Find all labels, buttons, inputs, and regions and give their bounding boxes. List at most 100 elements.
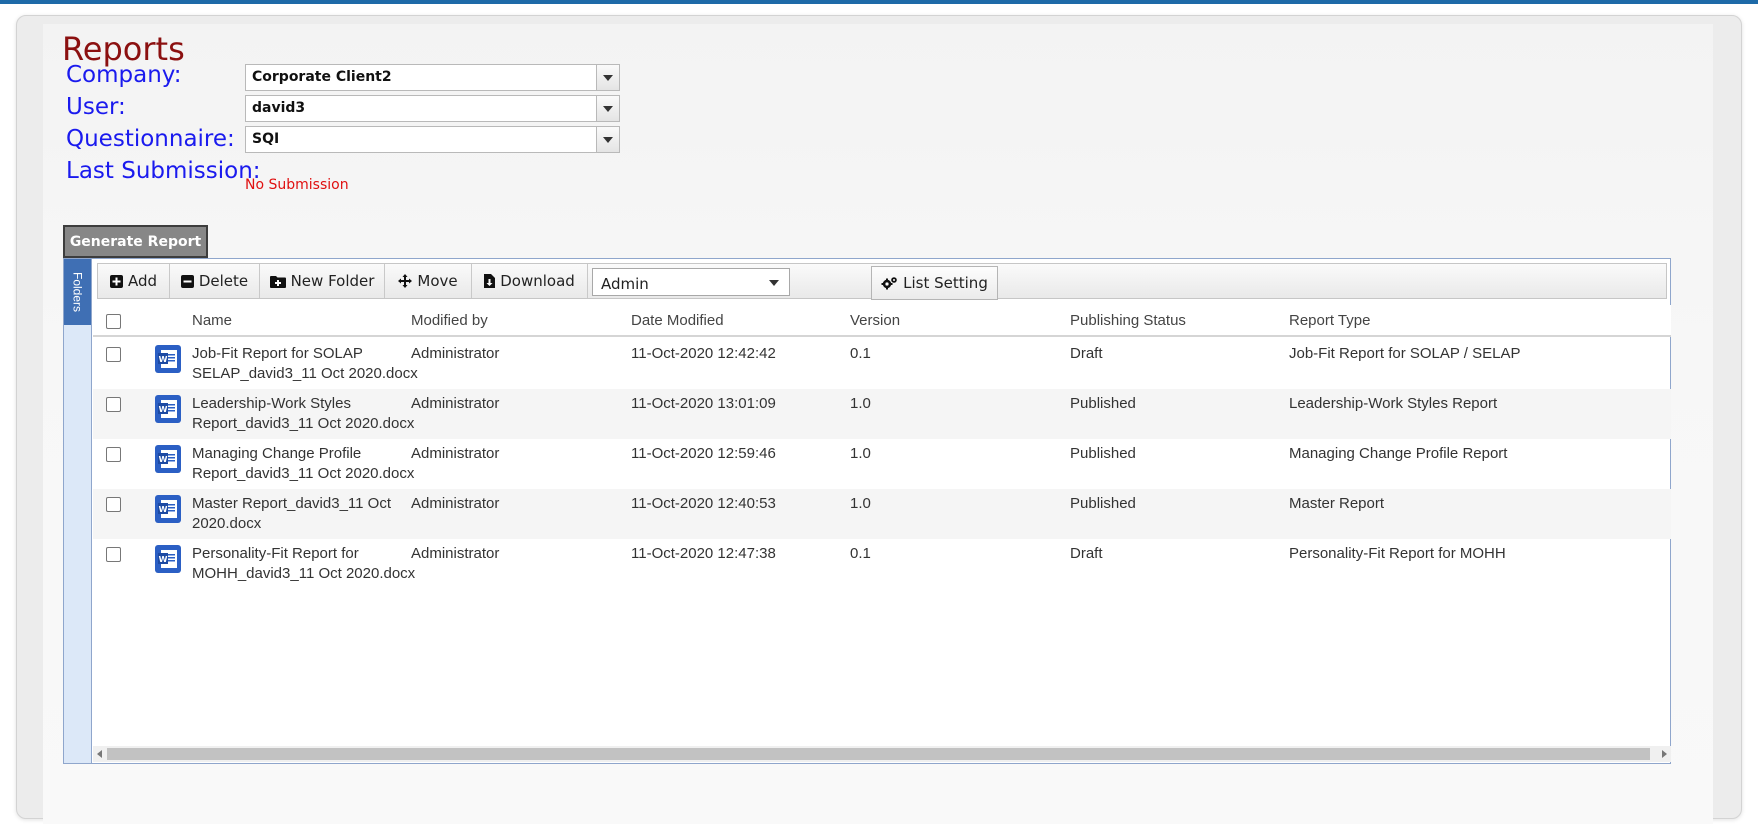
row-report-type: Personality-Fit Report for MOHH: [1289, 545, 1506, 562]
row-status: Draft: [1070, 345, 1103, 362]
row-checkbox[interactable]: [106, 347, 121, 362]
row-date-modified: 11-Oct-2020 12:47:38: [631, 545, 776, 562]
row-report-type: Leadership-Work Styles Report: [1289, 395, 1498, 412]
row-version: 1.0: [850, 495, 871, 512]
word-document-icon: W: [155, 495, 181, 523]
row-date-modified: 11-Oct-2020 12:59:46: [631, 445, 776, 462]
user-value: david3: [252, 100, 306, 116]
delete-button[interactable]: Delete: [170, 264, 260, 298]
column-header-date-modified[interactable]: Date Modified: [631, 311, 724, 331]
move-arrows-icon: [398, 274, 413, 288]
folders-tab[interactable]: Folders: [64, 259, 91, 325]
table-row[interactable]: W Job-Fit Report for SOLAP SELAP_david3_1…: [93, 339, 1671, 389]
document-library: Folders Add Delete New Folder Move Downl…: [63, 258, 1671, 764]
move-button[interactable]: Move: [385, 264, 472, 298]
new-folder-label: New Folder: [290, 272, 375, 290]
plus-square-icon: [109, 274, 123, 288]
horizontal-scrollbar[interactable]: [93, 746, 1671, 762]
view-select-value: Admin: [601, 275, 649, 293]
row-name[interactable]: Leadership-Work Styles Report_david3_11 O…: [192, 394, 414, 434]
list-setting-button[interactable]: List Setting: [871, 266, 998, 300]
chevron-down-icon[interactable]: [596, 96, 619, 121]
column-header-version[interactable]: Version: [850, 311, 900, 331]
row-report-type: Master Report: [1289, 495, 1385, 512]
row-checkbox[interactable]: [106, 397, 121, 412]
row-report-type: Job-Fit Report for SOLAP / SELAP: [1289, 345, 1521, 362]
row-checkbox[interactable]: [106, 497, 121, 512]
last-submission-label: Last Submission:: [66, 158, 261, 184]
column-header-modified-by[interactable]: Modified by: [411, 311, 488, 331]
documents-grid: Name Modified by Date Modified Version P…: [93, 305, 1671, 700]
row-status: Published: [1070, 495, 1136, 512]
download-button[interactable]: Download: [472, 264, 588, 298]
new-folder-button[interactable]: New Folder: [260, 264, 385, 298]
table-row[interactable]: W Managing Change Profile Report_david3_1…: [93, 439, 1671, 489]
row-checkbox[interactable]: [106, 447, 121, 462]
user-dropdown[interactable]: david3: [245, 95, 620, 122]
folder-plus-icon: [269, 275, 286, 288]
download-file-icon: [484, 274, 496, 288]
row-modified-by: Administrator: [411, 345, 500, 362]
user-label: User:: [66, 94, 126, 120]
row-status: Published: [1070, 445, 1136, 462]
row-modified-by: Administrator: [411, 495, 500, 512]
select-all-checkbox[interactable]: [106, 314, 121, 329]
word-document-icon: W: [155, 345, 181, 373]
column-header-report-type[interactable]: Report Type: [1289, 311, 1370, 331]
row-version: 0.1: [850, 545, 871, 562]
questionnaire-label: Questionnaire:: [66, 126, 235, 152]
chevron-down-icon[interactable]: [596, 65, 619, 90]
company-label: Company:: [66, 62, 182, 88]
svg-text:W: W: [159, 405, 168, 414]
word-document-icon: W: [155, 445, 181, 473]
library-toolbar: Add Delete New Folder Move Download Admi…: [97, 263, 1667, 300]
svg-text:W: W: [159, 355, 168, 364]
scrollbar-thumb[interactable]: [107, 748, 1650, 760]
row-modified-by: Administrator: [411, 395, 500, 412]
row-version: 0.1: [850, 345, 871, 362]
row-name[interactable]: Job-Fit Report for SOLAP SELAP_david3_11 …: [192, 344, 418, 384]
row-name[interactable]: Master Report_david3_11 Oct 2020.docx: [192, 494, 391, 534]
add-button[interactable]: Add: [98, 264, 170, 298]
add-label: Add: [127, 272, 158, 290]
top-accent-bar: [0, 0, 1758, 4]
gears-icon: [881, 277, 897, 290]
folders-panel: Folders: [64, 259, 92, 763]
row-name[interactable]: Managing Change Profile Report_david3_11 …: [192, 444, 414, 484]
company-dropdown[interactable]: Corporate Client2: [245, 64, 620, 91]
scroll-left-icon[interactable]: [97, 750, 102, 758]
table-row[interactable]: W Personality-Fit Report for MOHH_david3_…: [93, 539, 1671, 589]
grid-header: Name Modified by Date Modified Version P…: [93, 305, 1671, 337]
row-status: Draft: [1070, 545, 1103, 562]
svg-text:W: W: [159, 455, 168, 464]
view-select[interactable]: Admin: [592, 268, 790, 296]
word-document-icon: W: [155, 395, 181, 423]
row-status: Published: [1070, 395, 1136, 412]
list-setting-label: List Setting: [903, 274, 988, 292]
row-date-modified: 11-Oct-2020 13:01:09: [631, 395, 776, 412]
row-name[interactable]: Personality-Fit Report for MOHH_david3_11…: [192, 544, 415, 584]
scroll-right-icon[interactable]: [1662, 750, 1667, 758]
row-version: 1.0: [850, 445, 871, 462]
company-value: Corporate Client2: [252, 69, 392, 85]
delete-label: Delete: [198, 272, 249, 290]
svg-text:W: W: [159, 505, 168, 514]
minus-square-icon: [180, 274, 194, 288]
svg-text:W: W: [159, 555, 168, 564]
row-modified-by: Administrator: [411, 445, 500, 462]
move-label: Move: [417, 272, 458, 290]
chevron-down-icon: [769, 280, 779, 286]
download-label: Download: [500, 272, 575, 290]
column-header-publishing-status[interactable]: Publishing Status: [1070, 311, 1186, 331]
row-date-modified: 11-Oct-2020 12:40:53: [631, 495, 776, 512]
row-date-modified: 11-Oct-2020 12:42:42: [631, 345, 776, 362]
column-header-name[interactable]: Name: [192, 311, 232, 331]
chevron-down-icon[interactable]: [596, 127, 619, 152]
row-checkbox[interactable]: [106, 547, 121, 562]
questionnaire-value: SQI: [252, 131, 280, 147]
row-modified-by: Administrator: [411, 545, 500, 562]
generate-report-button[interactable]: Generate Report: [63, 225, 208, 258]
questionnaire-dropdown[interactable]: SQI: [245, 126, 620, 153]
table-row[interactable]: W Master Report_david3_11 Oct 2020.docx A…: [93, 489, 1671, 539]
table-row[interactable]: W Leadership-Work Styles Report_david3_11…: [93, 389, 1671, 439]
